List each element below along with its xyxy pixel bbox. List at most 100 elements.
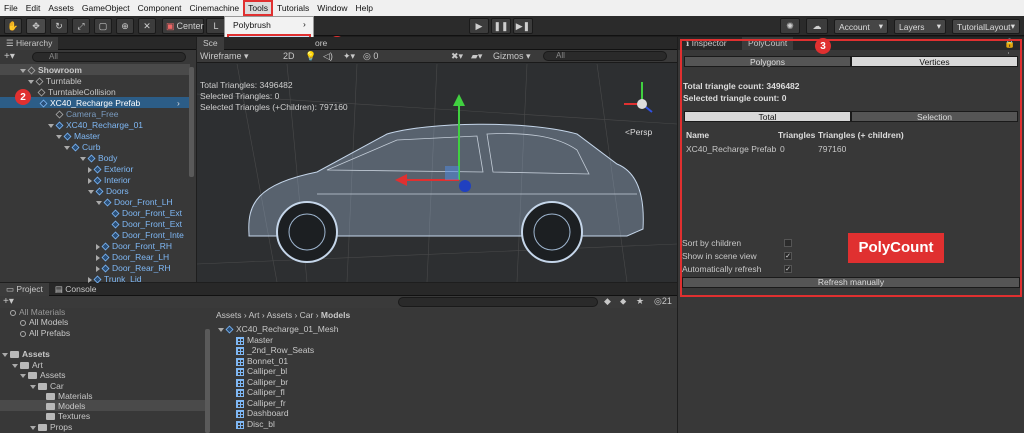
rotate-tool-icon[interactable]: ↻ (50, 18, 68, 34)
scale-tool-icon[interactable]: ⤢ (72, 18, 90, 34)
list-item[interactable]: XC40_Recharge Prefab (39, 98, 140, 108)
account-dropdown[interactable]: Account ▾ (834, 19, 888, 34)
list-item[interactable]: All Models (20, 317, 68, 327)
project-search-input[interactable] (398, 297, 598, 307)
layers-dropdown[interactable]: Layers ▾ (894, 19, 946, 34)
tab-console[interactable]: ▤ Console (49, 283, 103, 296)
list-item[interactable]: Calliper_br (236, 377, 288, 387)
selected-folder-highlight[interactable] (0, 400, 205, 411)
list-item[interactable]: Assets (2, 349, 50, 359)
camera-icon[interactable]: ▰▾ (471, 50, 482, 62)
table-header-triangles[interactable]: Triangles (778, 130, 815, 140)
tab-total-button[interactable]: Total (684, 111, 851, 122)
shading-dropdown[interactable]: Wireframe ▾ (200, 51, 249, 61)
filter-type-icon[interactable]: ◆ (604, 296, 611, 307)
refresh-manually-button[interactable]: Refresh manually (682, 277, 1020, 288)
list-item[interactable]: Curb (64, 142, 100, 152)
layout-dropdown[interactable]: TutorialLayout ▾ (952, 19, 1020, 34)
list-item[interactable]: All Materials (10, 307, 65, 317)
mode-2d-toggle[interactable]: 2D (283, 51, 295, 61)
hierarchy-search-input[interactable]: All (32, 52, 186, 62)
favorite-icon[interactable]: ★ (636, 296, 644, 307)
tab-project[interactable]: ▭ Project (0, 282, 49, 296)
list-item[interactable]: Exterior (88, 164, 133, 174)
auto-refresh-checkbox[interactable]: ✓ (784, 265, 792, 273)
tools-icon[interactable]: ✖▾ (451, 50, 463, 62)
menu-help[interactable]: Help (352, 0, 377, 16)
table-header-name[interactable]: Name (686, 130, 709, 140)
list-item[interactable]: Master (236, 335, 273, 345)
list-item[interactable]: Camera_Free (55, 109, 118, 119)
list-item[interactable]: Body (80, 153, 117, 163)
list-item[interactable]: Art (12, 360, 43, 370)
hierarchy-scrollbar[interactable] (189, 67, 194, 177)
sort-by-children-checkbox[interactable] (784, 239, 792, 247)
tab-asset-store[interactable]: ore (315, 37, 327, 50)
list-item[interactable]: Door_Front_Inte (111, 230, 184, 240)
list-item[interactable]: All Prefabs (20, 328, 70, 338)
mode-vertices-button[interactable]: Vertices (851, 56, 1018, 67)
tab-selection-button[interactable]: Selection (851, 111, 1018, 122)
menu-assets[interactable]: Assets (44, 0, 78, 16)
services-icon[interactable]: ✺ (780, 18, 800, 34)
breadcrumb-item[interactable]: Art (249, 310, 260, 320)
menu-gameobject[interactable]: GameObject (78, 0, 134, 16)
list-item[interactable]: XC40_Recharge_01 (48, 120, 143, 130)
list-item[interactable]: Assets (20, 370, 66, 380)
menu-component[interactable]: Component (134, 0, 186, 16)
breadcrumb-item[interactable]: Assets (216, 310, 242, 320)
effects-icon[interactable]: ✦▾ (343, 50, 355, 62)
pivot-local-toggle[interactable]: L (206, 18, 226, 34)
list-item[interactable]: Calliper_fl (236, 387, 285, 397)
breadcrumb-item[interactable]: Car (300, 310, 314, 320)
list-item[interactable]: Models (46, 401, 85, 411)
move-tool-icon[interactable]: ✥ (26, 18, 46, 34)
pause-button[interactable]: ❚❚ (491, 18, 511, 34)
list-item[interactable]: XC40_Recharge_01_Mesh (218, 324, 339, 334)
chevron-right-icon[interactable]: › (177, 98, 180, 108)
list-item[interactable]: Calliper_fr (236, 398, 286, 408)
menu-file[interactable]: File (0, 0, 22, 16)
scene-search-input[interactable]: All (543, 51, 667, 61)
step-button[interactable]: ▶❚ (513, 18, 533, 34)
list-item[interactable]: Textures (46, 411, 90, 421)
show-in-scene-checkbox[interactable]: ✓ (784, 252, 792, 260)
hidden-count[interactable]: ◎21 (654, 296, 672, 307)
menu-edit[interactable]: Edit (22, 0, 45, 16)
list-item[interactable]: _2nd_Row_Seats (236, 345, 314, 355)
persp-label[interactable]: <Persp (625, 127, 652, 137)
filter-label-icon[interactable]: ⬥ (620, 296, 626, 307)
menu-tutorials[interactable]: Tutorials (273, 0, 313, 16)
list-item[interactable]: Disc_bl (236, 419, 275, 429)
tab-hierarchy[interactable]: ☰ Hierarchy (0, 36, 59, 50)
list-item[interactable]: Props (30, 422, 72, 432)
list-item[interactable]: Interior (88, 175, 130, 185)
menu-cinemachine[interactable]: Cinemachine (186, 0, 244, 16)
hand-tool-icon[interactable]: ✋ (4, 18, 22, 34)
list-item[interactable]: Door_Rear_LH (96, 252, 169, 262)
breadcrumb-item[interactable]: Models (321, 310, 350, 320)
list-item[interactable]: Door_Front_Ext (111, 219, 182, 229)
project-left-scrollbar[interactable] (205, 329, 210, 433)
menu-window[interactable]: Window (313, 0, 351, 16)
list-item[interactable]: Door_Front_LH (96, 197, 173, 207)
list-item[interactable]: Car (30, 381, 64, 391)
list-item[interactable]: Door_Front_Ext (111, 208, 182, 218)
lighting-icon[interactable]: 💡 (305, 50, 316, 62)
rect-tool-icon[interactable]: ▢ (94, 18, 112, 34)
pivot-center-toggle[interactable]: ▣ Center (162, 18, 204, 34)
transform-tool-icon[interactable]: ⊕ (116, 18, 134, 34)
list-item[interactable]: Door_Rear_RH (96, 263, 171, 273)
gizmos-dropdown[interactable]: Gizmos ▾ (493, 51, 531, 61)
table-cell-name[interactable]: XC40_Recharge Prefab (686, 144, 776, 154)
menu-item-polybrush[interactable]: Polybrush (233, 20, 271, 30)
tab-scene[interactable]: Sce (197, 36, 224, 50)
list-item[interactable]: Master (56, 131, 100, 141)
list-item[interactable]: Doors (88, 186, 129, 196)
list-item[interactable]: Calliper_bl (236, 366, 287, 376)
add-icon[interactable]: +▾ (3, 296, 14, 307)
list-item[interactable]: Door_Front_RH (96, 241, 172, 251)
list-item[interactable]: Bonnet_01 (236, 356, 288, 366)
list-item[interactable]: Turntable (28, 76, 82, 86)
breadcrumb-item[interactable]: Assets (267, 310, 293, 320)
